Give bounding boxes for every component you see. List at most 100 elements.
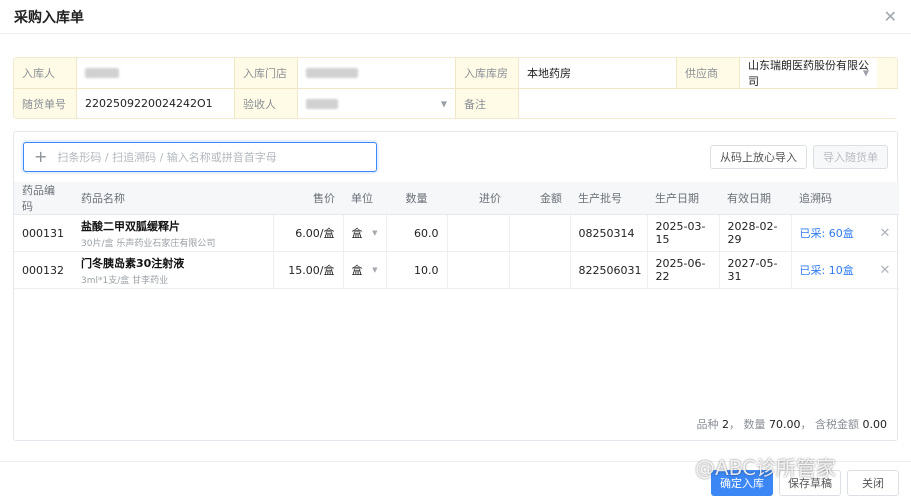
cell-cost[interactable] bbox=[446, 214, 510, 252]
inspector-select[interactable]: ▼ bbox=[297, 89, 456, 118]
table-row[interactable]: 000132 门冬胰岛素30注射液 3ml*1支/盒 甘李药业 15.00/盒 … bbox=[14, 251, 899, 289]
totals-summary: 品种 2， 数量 70.00， 含税金额 0.00 bbox=[696, 418, 888, 431]
cell-batch[interactable]: 822506031 bbox=[569, 251, 648, 289]
store-value[interactable] bbox=[297, 58, 456, 88]
stock-in-form: 入库人 入库门店 入库库房 本地药房 供应商 山东瑞朗医药股份有限公司 ▼ 随货单… bbox=[13, 57, 898, 119]
col-mfg-date: 生产日期 bbox=[647, 182, 719, 215]
field-receiver: 入库人 bbox=[14, 58, 235, 88]
field-label: 备注 bbox=[464, 97, 486, 111]
delete-row-icon[interactable]: ✕ bbox=[871, 251, 899, 289]
close-icon[interactable]: ✕ bbox=[884, 8, 897, 25]
items-panel: + 从码上放心导入 导入随货单 药品编码 药品名称 售价 单位 数量 进价 金额… bbox=[13, 131, 899, 441]
supplier-select[interactable]: 山东瑞朗医药股份有限公司 ▼ bbox=[739, 58, 877, 88]
unit-value: 盒 bbox=[351, 264, 363, 277]
import-from-code-button[interactable]: 从码上放心导入 bbox=[710, 145, 807, 169]
field-label: 供应商 bbox=[685, 67, 718, 80]
scan-search-box[interactable]: + bbox=[23, 142, 377, 172]
table-header-row: 药品编码 药品名称 售价 单位 数量 进价 金额 生产批号 生产日期 有效日期 … bbox=[14, 182, 899, 215]
chevron-down-icon: ▼ bbox=[862, 68, 869, 78]
cell-code: 000132 bbox=[14, 251, 73, 289]
field-remark: 备注 bbox=[456, 89, 898, 118]
chevron-down-icon: ▼ bbox=[372, 266, 378, 274]
qty-value: 70.00 bbox=[769, 418, 801, 431]
dialog-title: 采购入库单 bbox=[14, 9, 84, 26]
field-store: 入库门店 bbox=[235, 58, 456, 88]
table-row[interactable]: 000131 盐酸二甲双胍缓释片 30片/盒 乐声药业石家庄有限公司 6.00/… bbox=[14, 214, 899, 252]
cell-exp-date[interactable]: 2028-02-29 bbox=[718, 214, 792, 252]
col-cost: 进价 bbox=[447, 182, 509, 215]
delete-row-icon[interactable]: ✕ bbox=[871, 214, 899, 252]
redacted-text bbox=[306, 68, 358, 78]
kinds-value: 2 bbox=[722, 418, 729, 431]
cell-amount[interactable] bbox=[508, 214, 571, 252]
form-row-2: 随货单号 2202509220024242O1 验收人 ▼ 备注 bbox=[14, 88, 898, 118]
save-draft-button[interactable]: 保存草稿 bbox=[779, 470, 841, 496]
cell-code: 000131 bbox=[14, 214, 73, 252]
dialog-titlebar: 采购入库单 ✕ bbox=[0, 0, 911, 34]
tax-label: 含税金额 bbox=[815, 418, 859, 431]
field-label: 入库门店 bbox=[243, 67, 287, 80]
items-toolbar: + 从码上放心导入 导入随货单 bbox=[14, 132, 897, 182]
cell-price[interactable]: 6.00/盒 bbox=[272, 214, 344, 252]
cell-price[interactable]: 15.00/盒 bbox=[272, 251, 344, 289]
redacted-text bbox=[306, 98, 338, 109]
dialog-footer: 确定入库 保存草稿 关闭 bbox=[0, 461, 911, 500]
cell-trace-link[interactable]: 已采: 10盒 bbox=[791, 251, 871, 289]
col-code: 药品编码 bbox=[14, 182, 73, 215]
cell-unit[interactable]: 盒 ▼ bbox=[342, 251, 387, 289]
cell-name: 盐酸二甲双胍缓释片 30片/盒 乐声药业石家庄有限公司 bbox=[73, 214, 273, 252]
col-batch: 生产批号 bbox=[570, 182, 647, 215]
cell-name: 门冬胰岛素30注射液 3ml*1支/盒 甘李药业 bbox=[73, 251, 273, 289]
kinds-label: 品种 bbox=[696, 418, 719, 431]
unit-value: 盒 bbox=[351, 227, 363, 240]
scan-search-input[interactable] bbox=[57, 150, 366, 164]
cell-qty[interactable]: 10.0 bbox=[385, 251, 448, 289]
cell-unit[interactable]: 盒 ▼ bbox=[342, 214, 387, 252]
col-actions bbox=[871, 182, 899, 215]
cell-exp-date[interactable]: 2027-05-31 bbox=[718, 251, 792, 289]
confirm-stock-in-button[interactable]: 确定入库 bbox=[711, 470, 773, 496]
receiver-value[interactable] bbox=[76, 58, 235, 88]
cell-batch[interactable]: 08250314 bbox=[569, 214, 648, 252]
tax-value: 0.00 bbox=[862, 418, 888, 431]
cell-mfg-date[interactable]: 2025-06-22 bbox=[646, 251, 720, 289]
col-exp-date: 有效日期 bbox=[719, 182, 791, 215]
drug-spec: 3ml*1支/盒 甘李药业 bbox=[81, 275, 169, 286]
field-supplier: 供应商 山东瑞朗医药股份有限公司 ▼ bbox=[677, 58, 877, 88]
col-qty: 数量 bbox=[386, 182, 447, 215]
col-unit: 单位 bbox=[343, 182, 386, 215]
redacted-text bbox=[85, 68, 119, 78]
warehouse-value[interactable]: 本地药房 bbox=[518, 58, 677, 88]
close-button[interactable]: 关闭 bbox=[847, 470, 899, 496]
col-name: 药品名称 bbox=[73, 182, 273, 215]
invoice-no-input[interactable]: 2202509220024242O1 bbox=[76, 89, 235, 118]
import-invoice-button[interactable]: 导入随货单 bbox=[813, 145, 888, 169]
field-label: 入库库房 bbox=[464, 67, 508, 80]
col-amount: 金额 bbox=[509, 182, 570, 215]
qty-label: 数量 bbox=[743, 418, 766, 431]
col-price: 售价 bbox=[273, 182, 343, 215]
cell-amount[interactable] bbox=[508, 251, 571, 289]
col-trace: 追溯码 bbox=[791, 182, 871, 215]
drug-name: 门冬胰岛素30注射液 bbox=[81, 256, 185, 270]
drug-name: 盐酸二甲双胍缓释片 bbox=[81, 219, 180, 233]
plus-icon: + bbox=[34, 147, 48, 166]
cell-mfg-date[interactable]: 2025-03-15 bbox=[646, 214, 720, 252]
field-label: 入库人 bbox=[22, 67, 55, 80]
chevron-down-icon: ▼ bbox=[440, 99, 447, 108]
field-inspector: 验收人 ▼ bbox=[235, 89, 456, 118]
toolbar-actions: 从码上放心导入 导入随货单 bbox=[710, 145, 888, 169]
field-label: 随货单号 bbox=[22, 97, 66, 111]
drug-spec: 30片/盒 乐声药业石家庄有限公司 bbox=[81, 238, 216, 249]
cell-qty[interactable]: 60.0 bbox=[385, 214, 448, 252]
form-row-1: 入库人 入库门店 入库库房 本地药房 供应商 山东瑞朗医药股份有限公司 ▼ bbox=[14, 58, 897, 88]
items-table: 药品编码 药品名称 售价 单位 数量 进价 金额 生产批号 生产日期 有效日期 … bbox=[14, 182, 899, 289]
field-invoice-no: 随货单号 2202509220024242O1 bbox=[14, 89, 235, 118]
cell-cost[interactable] bbox=[446, 251, 510, 289]
remark-input[interactable] bbox=[518, 89, 898, 118]
field-warehouse: 入库库房 本地药房 bbox=[456, 58, 677, 88]
supplier-value: 山东瑞朗医药股份有限公司 bbox=[748, 59, 869, 88]
field-label: 验收人 bbox=[243, 97, 276, 111]
cell-trace-link[interactable]: 已采: 60盒 bbox=[791, 214, 871, 252]
chevron-down-icon: ▼ bbox=[372, 229, 378, 237]
